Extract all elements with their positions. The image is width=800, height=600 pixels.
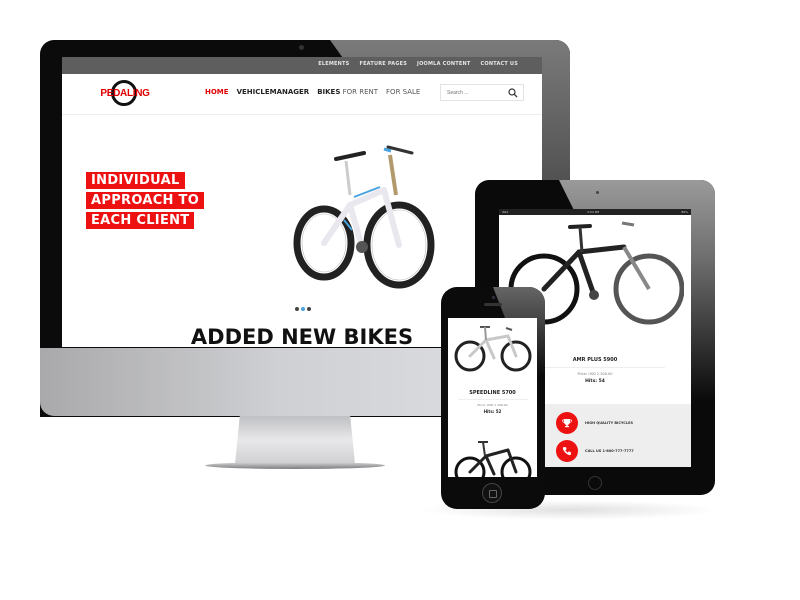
slider-dot[interactable] [295,307,299,311]
product-name[interactable]: SPEEDLINE 5700 [448,390,537,396]
feature-label: HIGH QUALITY BICYCLES [585,421,634,425]
nav-for-sale[interactable]: FOR SALE [386,88,420,96]
hero-bike-image [293,145,435,289]
tablet-camera [596,191,599,194]
phone-camera [492,296,495,299]
phone-icon[interactable] [556,440,578,462]
nav-bikes-for-rent[interactable]: BIKES FOR RENT [317,88,378,96]
feature-call: CALL US 1-800-777-7777 [556,440,634,462]
nav-bikes-rest: FOR RENT [340,88,379,96]
phone-bike-image [454,326,532,372]
slider-pagination [295,307,311,311]
tablet-home-button[interactable] [588,476,602,490]
hero-line: EACH CLIENT [86,212,195,229]
status-battery: 89% [681,210,688,214]
slider-dot[interactable] [301,307,305,311]
trophy-icon [556,412,578,434]
top-link-feature-pages[interactable]: FEATURE PAGES [359,61,407,67]
logo-text: PEDALING [100,88,150,99]
device-shadow [420,500,720,520]
status-carrier: iPad [502,210,509,214]
search-input[interactable] [447,87,507,98]
top-link-contact-us[interactable]: CONTACT US [481,61,518,67]
hero-line: APPROACH TO [86,192,205,209]
top-link-joomla-content[interactable]: JOOMLA CONTENT [417,61,470,67]
slider-dot[interactable] [307,307,311,311]
phone-product: SPEEDLINE 5700 Price: USD 1 199.00 Hits:… [448,390,537,414]
phone-website: SPEEDLINE 5700 Price: USD 1 199.00 Hits:… [448,318,537,477]
status-time: 3:04 PM [587,210,600,214]
product-price: Price: USD 1 199.00 [477,403,508,407]
nav-home[interactable]: HOME [205,88,229,96]
tablet-status-bar: iPad 3:04 PM 89% [499,209,691,215]
hero-headline: INDIVIDUAL APPROACH TO EACH CLIENT [86,172,205,229]
site-header: PEDALING HOME VEHICLEMANAGER BIKES FOR R… [62,74,542,115]
nav-bikes-strong: BIKES [317,88,341,96]
top-bar: ELEMENTS FEATURE PAGES JOOMLA CONTENT CO… [62,57,542,74]
feature-quality: HIGH QUALITY BICYCLES [556,412,633,434]
monitor-foot [205,462,385,469]
phone-bike-image [454,441,532,477]
product-hits: Hits: 52 [483,409,502,414]
top-link-elements[interactable]: ELEMENTS [318,61,349,67]
divider [457,399,528,400]
search-icon[interactable] [508,88,518,98]
feature-label[interactable]: CALL US 1-800-777-7777 [585,449,634,453]
search-box [440,84,524,101]
phone-speaker [484,303,502,306]
webcam [299,45,304,50]
nav-vehiclemanager[interactable]: VEHICLEMANAGER [237,88,310,96]
monitor-stand [235,416,355,464]
divider [525,367,665,368]
main-nav: HOME VEHICLEMANAGER BIKES FOR RENT FOR S… [205,88,420,96]
hero-line: INDIVIDUAL [86,172,185,189]
site-logo[interactable]: PEDALING [100,80,150,110]
